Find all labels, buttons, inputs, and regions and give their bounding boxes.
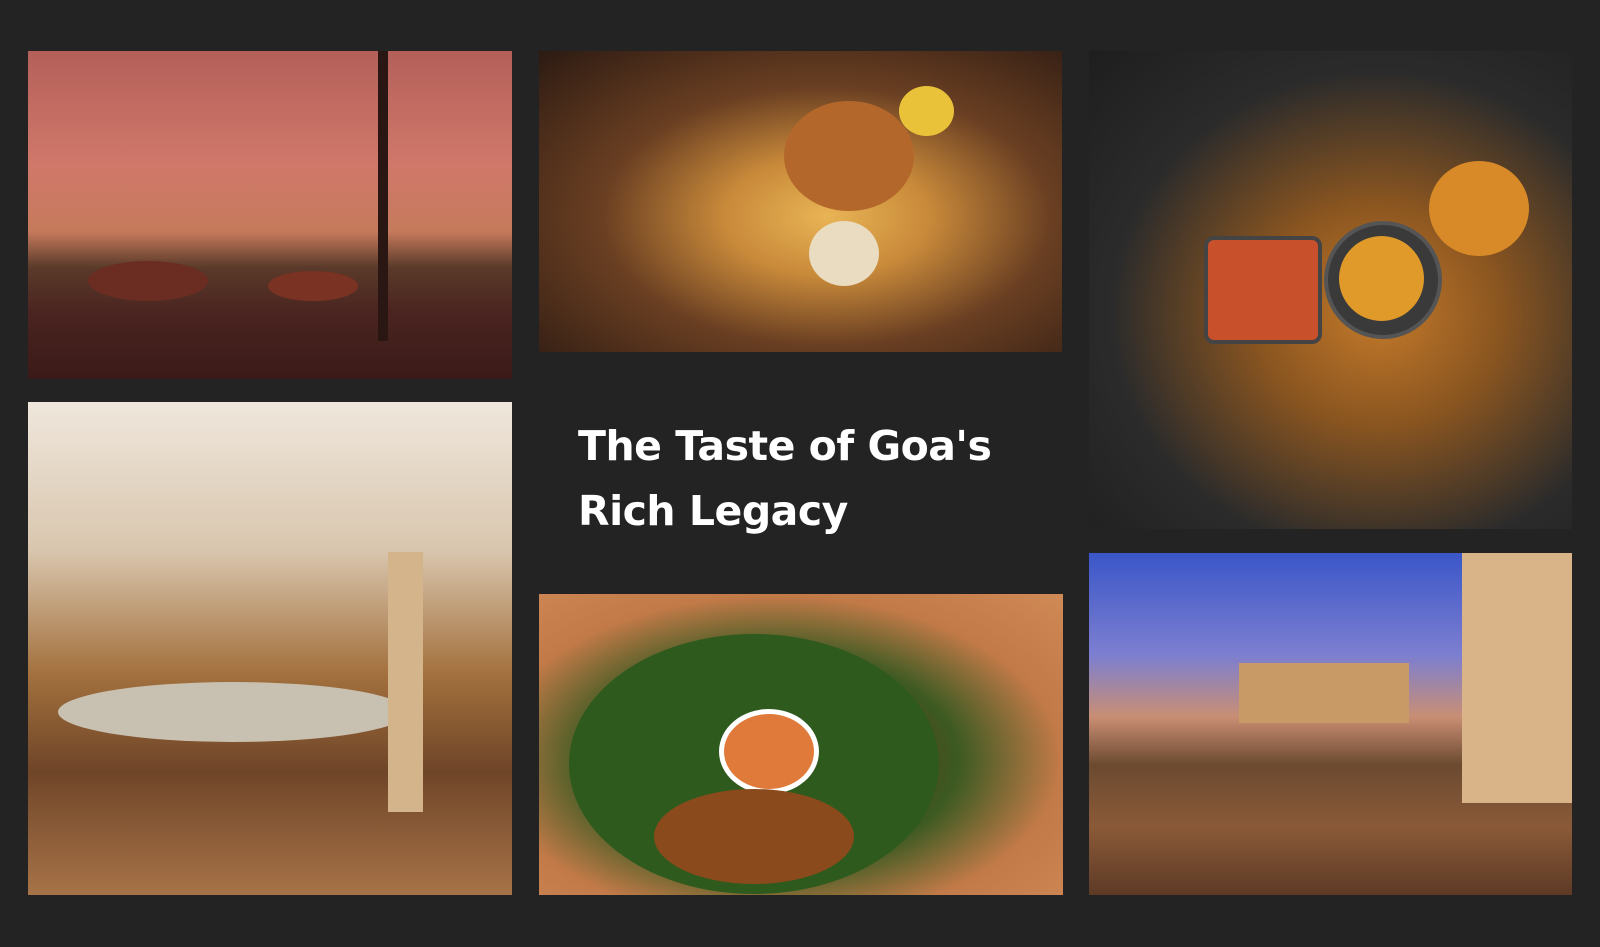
fish-shape [654, 789, 854, 884]
mustard-shape [899, 86, 954, 136]
pan-shape [1204, 236, 1322, 344]
pillar-shape [388, 552, 423, 812]
burger-shape [784, 101, 914, 211]
curry-shape [1429, 161, 1529, 256]
chutney-bowl-shape [719, 709, 819, 794]
sauce-shape [809, 221, 879, 286]
rice-shape [1339, 236, 1424, 321]
page-title: The Taste of Goa's Rich Legacy [578, 414, 1038, 544]
fried-fish-platter-photo [539, 594, 1063, 895]
bar-counter-shape [58, 682, 408, 742]
title-line-2: Rich Legacy [578, 487, 848, 535]
indian-thali-dishes-photo [1089, 51, 1572, 529]
burger-fries-photo [539, 51, 1062, 352]
building-shape [1462, 553, 1572, 803]
table-shape [268, 271, 358, 301]
table-shape [88, 261, 208, 301]
outdoor-courtyard-dining-photo [1089, 553, 1572, 895]
beach-restaurant-sunset-photo [28, 51, 512, 379]
building-shape [1239, 663, 1409, 723]
palm-trunk-shape [378, 51, 388, 341]
restaurant-bar-interior-photo [28, 402, 512, 895]
title-line-1: The Taste of Goa's [578, 422, 992, 470]
